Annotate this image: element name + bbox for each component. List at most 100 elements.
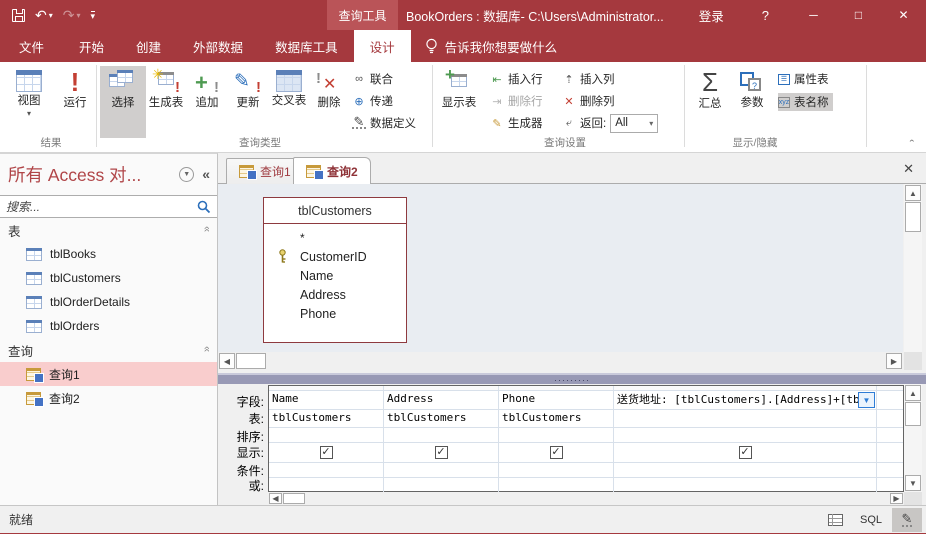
pass-through-button[interactable]: ⊕ 传递: [352, 92, 416, 110]
field-cell[interactable]: Name: [269, 391, 384, 409]
field-list-tblcustomers[interactable]: tblCustomers * CustomerID Name Address P…: [263, 197, 407, 343]
field-asterisk[interactable]: *: [278, 228, 406, 247]
table-cell[interactable]: tblCustomers: [499, 410, 614, 427]
tell-me-box[interactable]: 告诉我你想要做什么: [411, 30, 572, 62]
sort-cell[interactable]: [499, 428, 614, 442]
scroll-right-icon[interactable]: ▶: [890, 493, 903, 504]
maximize-button[interactable]: □: [836, 0, 881, 30]
or-cell[interactable]: [499, 478, 614, 492]
nav-item-tblorders[interactable]: tblOrders: [0, 314, 217, 338]
table-names-button[interactable]: xyz 表名称: [778, 93, 833, 111]
table-cell[interactable]: tblCustomers: [269, 410, 384, 427]
nav-item-tblorderdetails[interactable]: tblOrderDetails: [0, 290, 217, 314]
show-checkbox[interactable]: [269, 443, 384, 462]
parameters-button[interactable]: ? 参数: [732, 66, 772, 138]
delete-query-button[interactable]: ✕ ! 删除: [310, 66, 348, 138]
scroll-left-icon[interactable]: ◀: [269, 493, 282, 504]
nav-item-query2[interactable]: 查询2: [0, 386, 217, 410]
checkbox-checked-icon[interactable]: [320, 446, 333, 459]
grid-vertical-scrollbar[interactable]: ▲ ▼: [904, 384, 922, 505]
tab-database-tools[interactable]: 数据库工具: [259, 30, 354, 62]
scroll-thumb[interactable]: [236, 353, 266, 369]
nav-menu-dropdown-icon[interactable]: ▼: [179, 167, 194, 182]
checkbox-checked-icon[interactable]: [435, 446, 448, 459]
search-icon[interactable]: [197, 200, 211, 214]
undo-dropdown-icon[interactable]: ▾: [49, 11, 53, 20]
show-checkbox[interactable]: [384, 443, 499, 462]
criteria-cell[interactable]: [614, 463, 877, 477]
show-table-button[interactable]: + 显示表: [436, 66, 482, 138]
append-button[interactable]: + ! 追加: [188, 66, 226, 138]
builder-button[interactable]: ✎ 生成器: [490, 114, 543, 132]
field-cell-empty[interactable]: [877, 391, 903, 409]
scroll-down-icon[interactable]: ▼: [905, 475, 921, 491]
tab-home[interactable]: 开始: [63, 30, 120, 62]
tab-create[interactable]: 创建: [120, 30, 177, 62]
field-phone[interactable]: Phone: [278, 304, 406, 323]
nav-item-tblbooks[interactable]: tblBooks: [0, 242, 217, 266]
close-document-icon[interactable]: ✕: [903, 161, 914, 177]
grid-horizontal-scrollbar[interactable]: ◀ ▶: [268, 493, 904, 505]
totals-button[interactable]: Σ 汇总: [690, 66, 730, 138]
make-table-button[interactable]: ✳ ! 生成表: [146, 66, 186, 138]
datasheet-view-button[interactable]: [820, 508, 850, 532]
doc-tab-query2[interactable]: 查询2: [293, 157, 371, 184]
undo-button[interactable]: ↶▾: [35, 7, 53, 24]
minimize-button[interactable]: ─: [791, 0, 836, 30]
collapse-group-icon[interactable]: »: [201, 348, 213, 352]
field-name[interactable]: Name: [278, 266, 406, 285]
table-cell[interactable]: [614, 410, 877, 427]
scroll-thumb[interactable]: [905, 402, 921, 426]
or-cell[interactable]: [269, 478, 384, 492]
insert-columns-button[interactable]: ⇡ 插入列: [562, 70, 658, 88]
return-combo[interactable]: All ▾: [610, 114, 658, 133]
nav-group-tables[interactable]: 表 »: [0, 218, 217, 242]
scroll-thumb[interactable]: [283, 493, 305, 504]
show-checkbox[interactable]: [614, 443, 877, 462]
design-horizontal-scrollbar[interactable]: ◀ ▶: [218, 352, 903, 370]
or-cell[interactable]: [384, 478, 499, 492]
field-combo-dropdown-icon[interactable]: ▼: [858, 392, 875, 408]
union-button[interactable]: ∞ 联合: [352, 70, 416, 88]
field-address[interactable]: Address: [278, 285, 406, 304]
collapse-group-icon[interactable]: »: [201, 228, 213, 232]
sort-cell[interactable]: [269, 428, 384, 442]
tab-external-data[interactable]: 外部数据: [177, 30, 259, 62]
field-cell[interactable]: Phone: [499, 391, 614, 409]
show-checkbox[interactable]: [499, 443, 614, 462]
sql-view-button[interactable]: SQL: [856, 508, 886, 532]
view-button[interactable]: 视图 ▾: [6, 66, 52, 138]
nav-item-query1[interactable]: 查询1: [0, 362, 217, 386]
or-cell[interactable]: [614, 478, 877, 492]
criteria-cell[interactable]: [384, 463, 499, 477]
sort-cell[interactable]: [614, 428, 877, 442]
nav-item-tblcustomers[interactable]: tblCustomers: [0, 266, 217, 290]
field-cell-expression[interactable]: 送货地址: [tblCustomers].[Address]+[tblC ▼: [614, 391, 877, 409]
design-vertical-scrollbar[interactable]: ▲ ▼: [904, 184, 922, 370]
run-button[interactable]: ! 运行: [52, 66, 98, 138]
scroll-up-icon[interactable]: ▲: [905, 185, 921, 201]
design-view-button[interactable]: ✎: [892, 508, 922, 532]
pane-splitter[interactable]: ·········: [218, 373, 926, 384]
customize-qat-button[interactable]: ▾: [91, 11, 96, 20]
save-button[interactable]: [12, 9, 25, 22]
shutter-bar-close-icon[interactable]: «: [202, 166, 210, 182]
criteria-cell[interactable]: [499, 463, 614, 477]
checkbox-checked-icon[interactable]: [550, 446, 563, 459]
scroll-thumb[interactable]: [905, 202, 921, 232]
tab-file[interactable]: 文件: [0, 30, 63, 62]
checkbox-checked-icon[interactable]: [739, 446, 752, 459]
nav-group-queries[interactable]: 查询 »: [0, 338, 217, 362]
update-button[interactable]: ✎ ! 更新: [228, 66, 268, 138]
help-button[interactable]: ?: [740, 8, 791, 23]
sign-in-button[interactable]: 登录: [683, 6, 740, 25]
field-cell[interactable]: Address: [384, 391, 499, 409]
close-button[interactable]: ✕: [881, 0, 926, 30]
data-definition-button[interactable]: ✎ 数据定义: [352, 114, 416, 132]
property-sheet-button[interactable]: ☰ 属性表: [778, 70, 833, 88]
delete-columns-button[interactable]: ✕ 删除列: [562, 92, 658, 110]
collapse-ribbon-icon[interactable]: ⌃: [908, 139, 916, 148]
tab-design[interactable]: 设计: [354, 30, 411, 62]
select-query-button[interactable]: 选择: [100, 66, 146, 138]
insert-rows-button[interactable]: ⇤ 插入行: [490, 70, 543, 88]
